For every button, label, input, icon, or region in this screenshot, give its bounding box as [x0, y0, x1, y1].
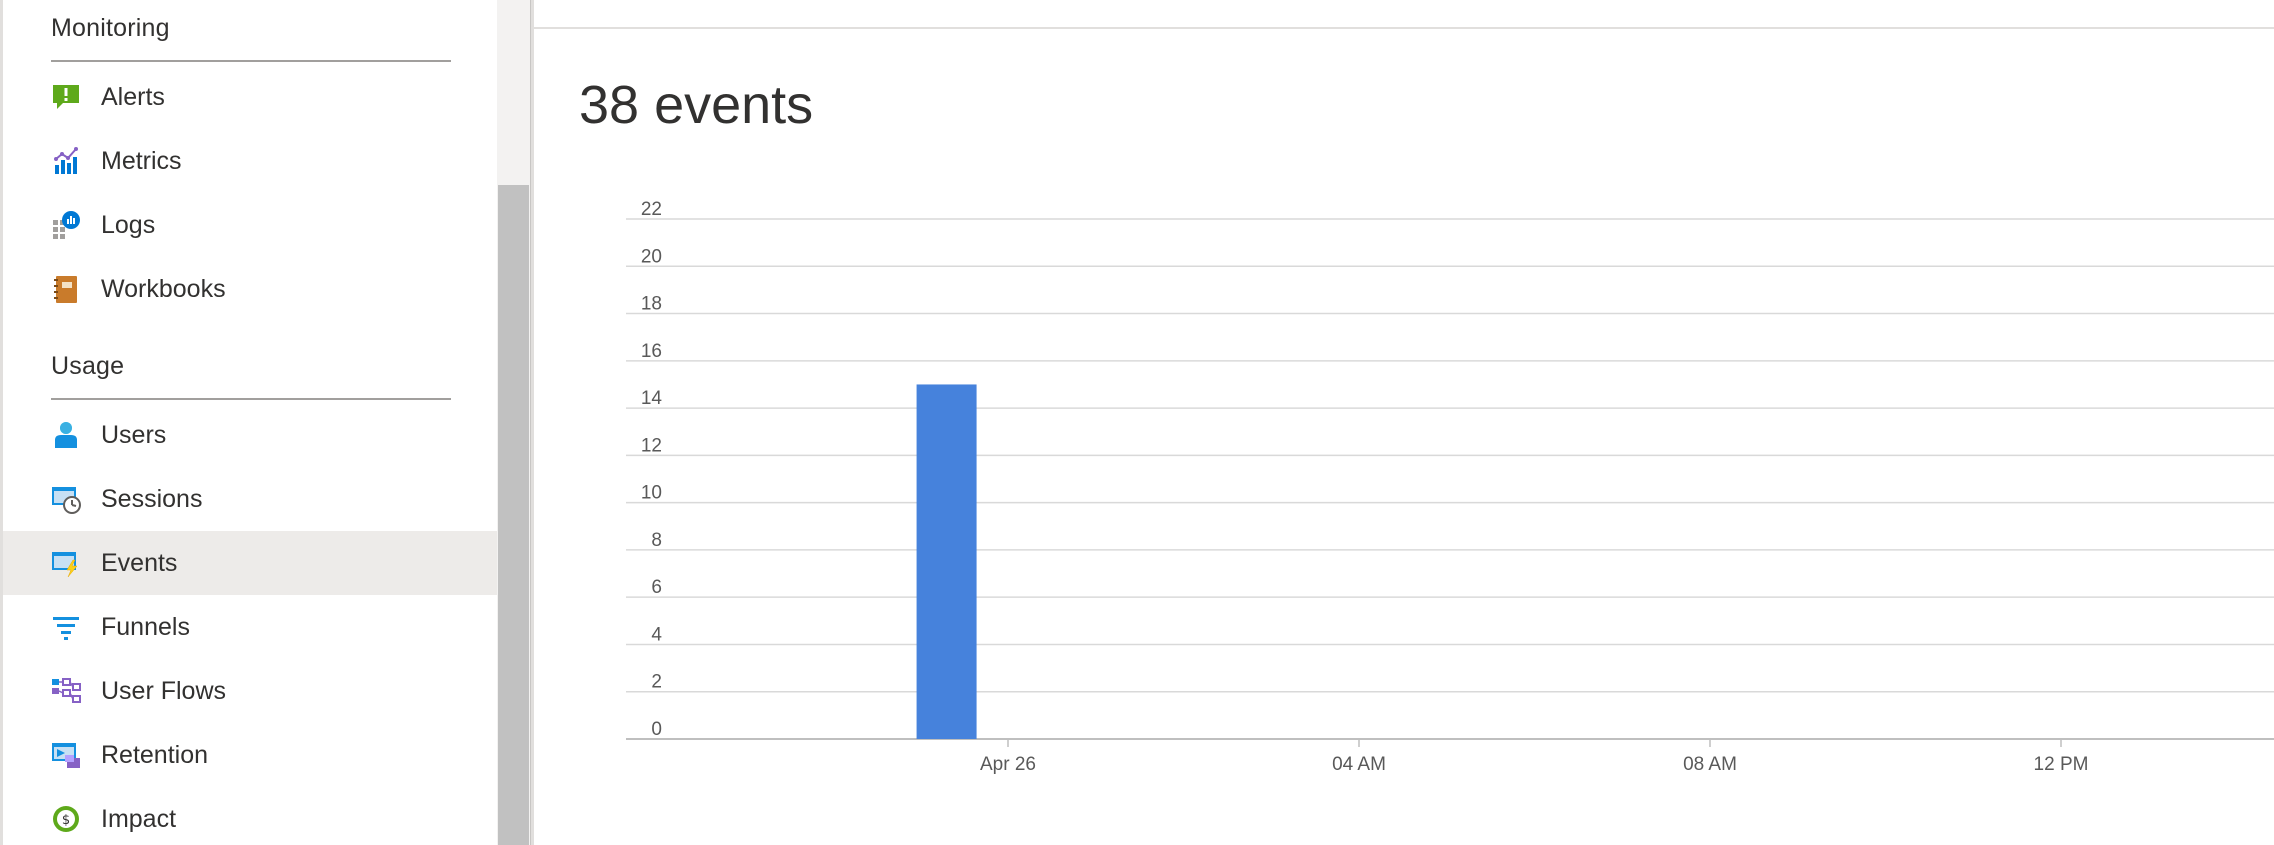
section-divider: [51, 398, 451, 400]
chart-bars: [916, 384, 977, 739]
user-flows-icon: [51, 676, 81, 706]
svg-text:$: $: [62, 813, 70, 828]
sidebar-scrollbar[interactable]: [497, 0, 531, 845]
sidebar-item-label: User Flows: [101, 676, 227, 705]
app-window: Monitoring Alerts Metrics Logs Workbooks…: [0, 0, 2274, 845]
sidebar-item-sessions[interactable]: Sessions: [3, 467, 497, 531]
workbooks-icon: [51, 274, 81, 304]
y-tick-label: 6: [651, 577, 662, 598]
sidebar-item-label: Funnels: [101, 612, 190, 641]
sidebar-item-label: Workbooks: [101, 274, 226, 303]
main-content: 38 events 0 2 4 6 8 10 12 14 16 18 20 22 Apr 26 04 A…: [531, 0, 2274, 845]
funnels-icon: [51, 612, 81, 642]
sidebar-item-alerts[interactable]: Alerts: [3, 65, 497, 129]
sidebar-item-users[interactable]: Users: [3, 403, 497, 467]
sidebar-item-retention[interactable]: Retention: [3, 723, 497, 787]
y-tick-label: 20: [641, 246, 662, 267]
sidebar-item-label: Users: [101, 420, 167, 449]
sidebar-item-label: Alerts: [101, 82, 165, 111]
chart-y-axis: 0 2 4 6 8 10 12 14 16 18 20 22: [641, 199, 663, 740]
x-tick-label: 04 AM: [1332, 754, 1386, 775]
event-count-bar[interactable]: [916, 384, 977, 739]
sidebar-item-metrics[interactable]: Metrics: [3, 129, 497, 193]
sidebar-item-label: Impact: [101, 804, 177, 833]
sidebar-item-logs[interactable]: Logs: [3, 193, 497, 257]
sidebar-item-label: Events: [101, 548, 178, 577]
x-tick-label: 08 AM: [1683, 754, 1737, 775]
sidebar-item-label: Retention: [101, 740, 209, 769]
sidebar-item-events[interactable]: Events: [3, 531, 497, 595]
y-tick-label: 12: [641, 435, 662, 456]
sessions-icon: [51, 484, 81, 514]
section-title-usage: Usage: [51, 352, 125, 380]
sidebar-item-label: Sessions: [101, 484, 203, 513]
y-tick-label: 22: [641, 199, 662, 220]
events-icon: [51, 548, 81, 578]
logs-icon: [51, 210, 81, 240]
y-tick-label: 18: [641, 294, 662, 315]
sidebar-item-funnels[interactable]: Funnels: [3, 595, 497, 659]
chart-gridlines: [626, 218, 2274, 740]
y-tick-label: 14: [641, 388, 663, 409]
y-tick-label: 10: [641, 483, 662, 504]
retention-icon: [51, 740, 81, 770]
alerts-icon: [51, 82, 81, 112]
users-icon: [51, 420, 81, 450]
y-tick-label: 8: [651, 530, 662, 551]
y-tick-label: 2: [651, 672, 662, 693]
sidebar-item-workbooks[interactable]: Workbooks: [3, 257, 497, 321]
y-tick-label: 4: [651, 624, 662, 645]
section-divider: [51, 60, 451, 62]
scrollbar-thumb[interactable]: [498, 185, 529, 845]
chart-x-axis: Apr 26 04 AM 08 AM 12 PM: [980, 739, 2088, 775]
section-title-monitoring: Monitoring: [51, 14, 170, 42]
events-bar-chart: 0 2 4 6 8 10 12 14 16 18 20 22 Apr 26 04 AM 08 AM 12 P…: [626, 199, 2274, 775]
sidebar-item-impact[interactable]: $ Impact: [3, 787, 497, 845]
y-tick-label: 16: [641, 341, 662, 362]
metrics-icon: [51, 146, 81, 176]
x-tick-label: Apr 26: [980, 754, 1036, 775]
sidebar: Monitoring Alerts Metrics Logs Workbooks…: [0, 0, 497, 845]
sidebar-item-label: Metrics: [101, 146, 182, 175]
y-tick-label: 0: [651, 719, 662, 740]
impact-icon: $: [51, 804, 81, 834]
sidebar-item-label: Logs: [101, 210, 156, 239]
sidebar-item-user-flows[interactable]: User Flows: [3, 659, 497, 723]
x-tick-label: 12 PM: [2034, 754, 2089, 775]
